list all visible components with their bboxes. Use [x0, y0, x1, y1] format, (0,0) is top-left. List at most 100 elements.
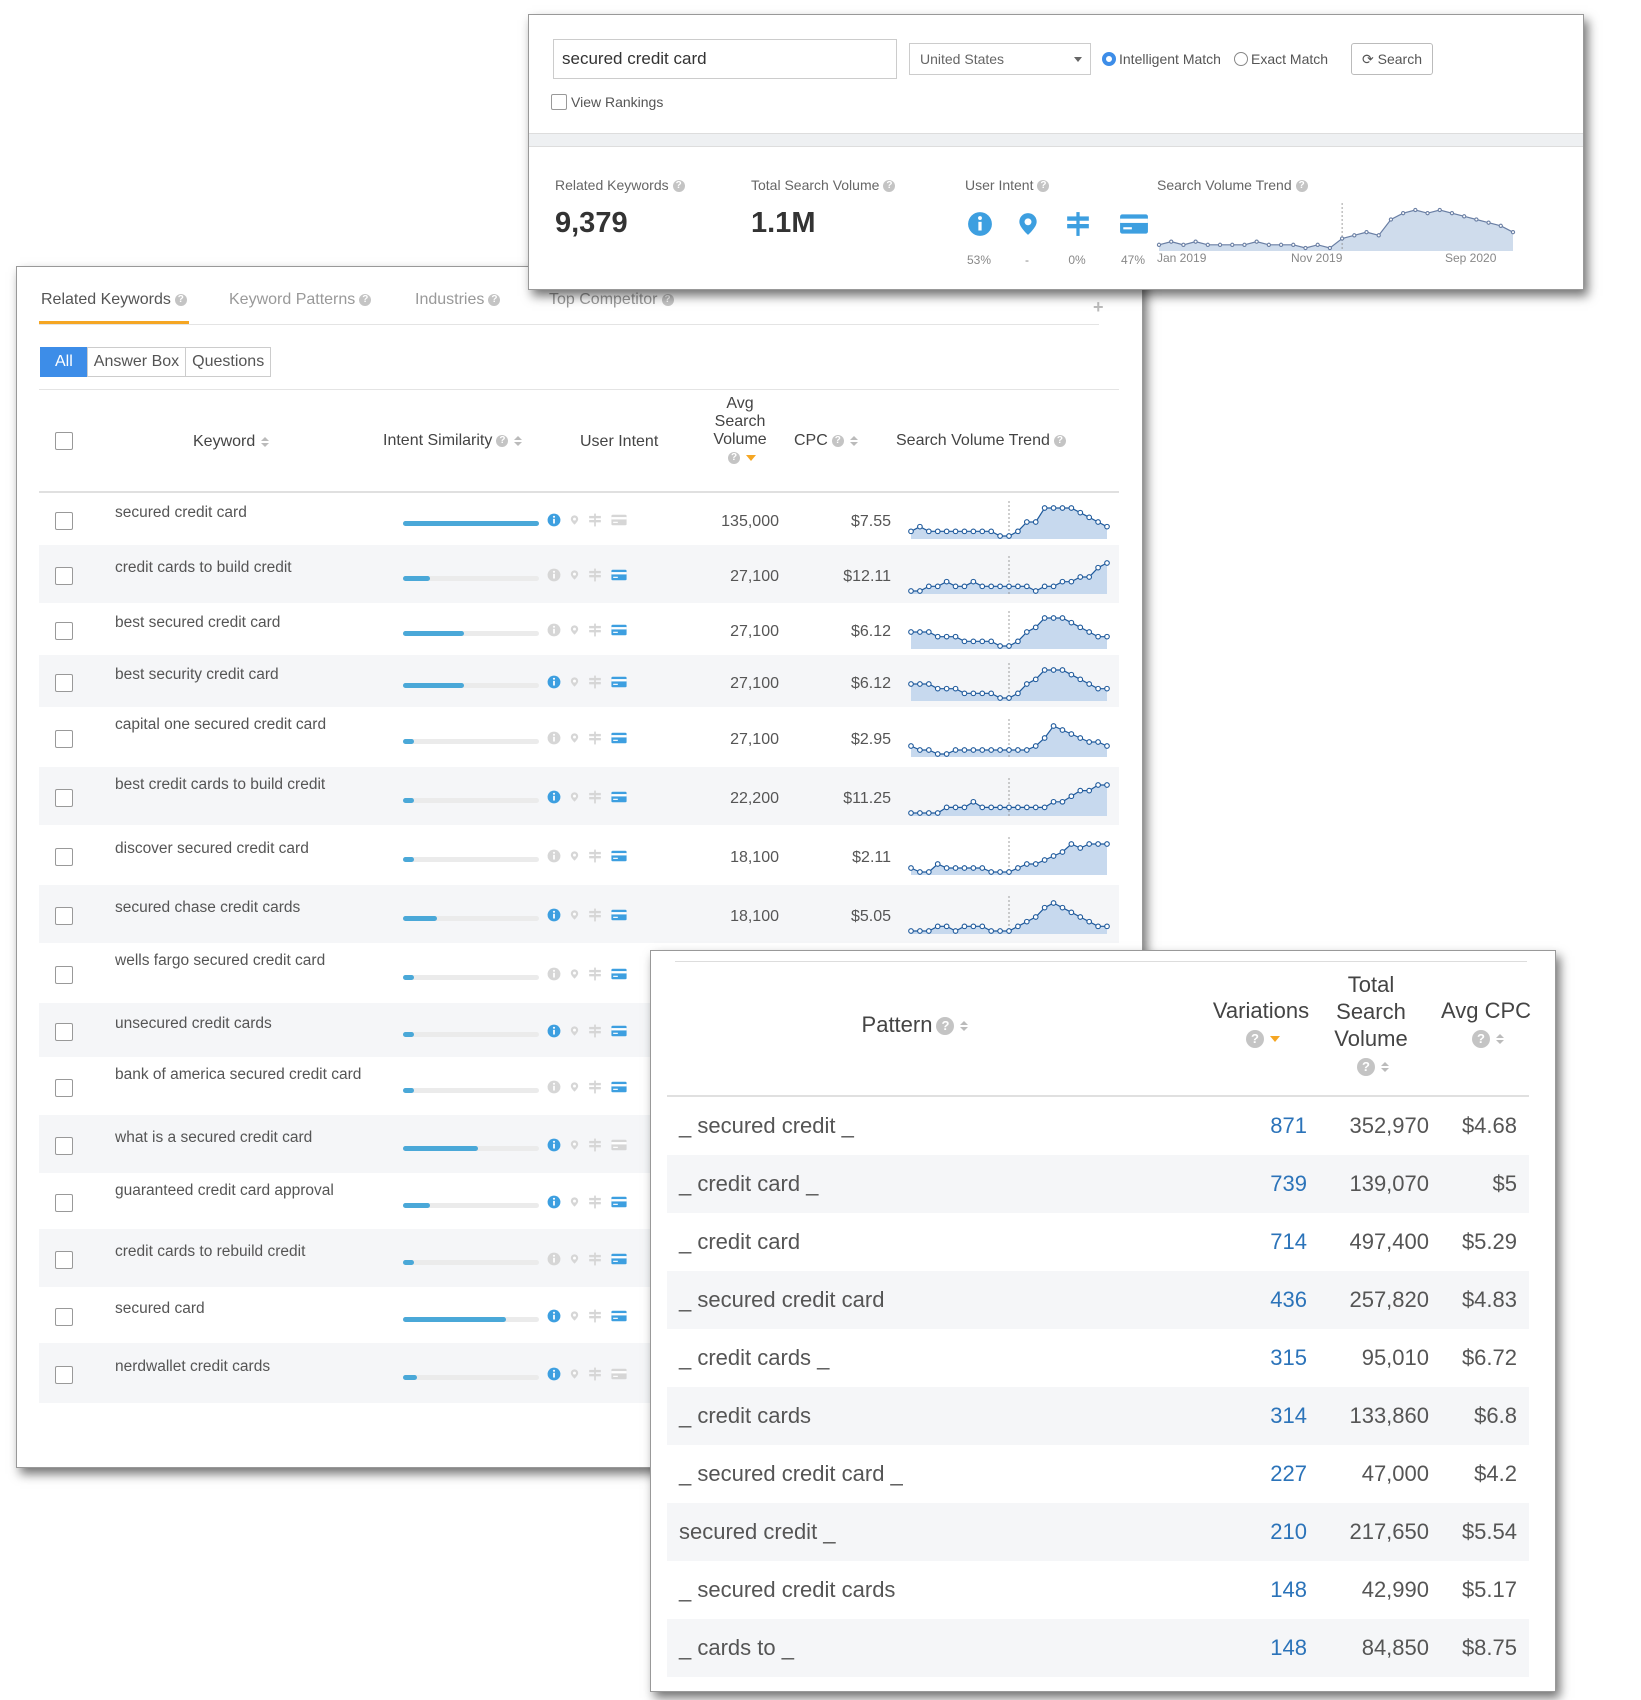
keyword-text[interactable]: secured card — [115, 1299, 365, 1318]
sort-desc-icon[interactable] — [1270, 1036, 1280, 1043]
keyword-text[interactable]: secured credit card — [115, 503, 365, 522]
filter-questions-button[interactable]: Questions — [185, 347, 272, 377]
column-header-total-search-volume[interactable]: Total Search Volume ? — [1311, 971, 1431, 1079]
help-icon[interactable]: ? — [1037, 180, 1050, 193]
keyword-text[interactable]: best secured credit card — [115, 613, 365, 632]
filter-all-button[interactable]: All — [40, 347, 88, 377]
variations-link[interactable]: 739 — [1207, 1171, 1307, 1197]
help-icon[interactable]: ? — [1053, 434, 1066, 447]
keyword-text[interactable]: discover secured credit card — [115, 839, 365, 858]
help-icon[interactable]: ? — [728, 451, 740, 464]
variations-link[interactable]: 315 — [1207, 1345, 1307, 1371]
keyword-text[interactable]: credit cards to rebuild credit — [115, 1242, 365, 1261]
keyword-text[interactable]: unsecured credit cards — [115, 1014, 365, 1033]
checkbox[interactable] — [551, 94, 567, 110]
keyword-text[interactable]: credit cards to build credit — [115, 558, 365, 577]
search-button[interactable]: ⟳ Search — [1351, 43, 1433, 75]
sort-desc-icon[interactable] — [746, 454, 756, 461]
variations-link[interactable]: 314 — [1207, 1403, 1307, 1429]
trend-point — [1095, 739, 1101, 745]
filter-answer-box-button[interactable]: Answer Box — [86, 347, 187, 377]
row-checkbox[interactable] — [55, 1023, 73, 1041]
variations-link[interactable]: 871 — [1207, 1113, 1307, 1139]
row-checkbox[interactable] — [55, 1366, 73, 1384]
row-checkbox[interactable] — [55, 907, 73, 925]
intent-similarity-fill — [403, 1260, 414, 1265]
help-icon[interactable]: ? — [1246, 1030, 1264, 1049]
row-intent-icons — [547, 1252, 636, 1271]
row-checkbox[interactable] — [55, 789, 73, 807]
sort-icon[interactable] — [960, 1021, 969, 1032]
variations-link[interactable]: 210 — [1207, 1519, 1307, 1545]
select-all-checkbox[interactable] — [55, 432, 73, 450]
row-checkbox[interactable] — [55, 1079, 73, 1097]
sort-icon[interactable] — [261, 436, 270, 447]
sort-icon[interactable] — [1496, 1034, 1504, 1045]
row-checkbox[interactable] — [55, 1194, 73, 1212]
tab-top-competitor[interactable]: Top Competitor? — [549, 291, 674, 309]
header-label-line: Volume — [1334, 1026, 1408, 1051]
country-select[interactable]: United States — [909, 43, 1091, 75]
row-checkbox[interactable] — [55, 848, 73, 866]
help-icon[interactable]: ? — [1472, 1030, 1490, 1049]
row-checkbox[interactable] — [55, 1137, 73, 1155]
row-checkbox[interactable] — [55, 1251, 73, 1269]
keyword-text[interactable]: capital one secured credit card — [115, 715, 365, 734]
row-checkbox[interactable] — [55, 674, 73, 692]
keyword-text[interactable]: secured chase credit cards — [115, 898, 365, 917]
column-header-intent-similarity[interactable]: Intent Similarity? — [383, 432, 523, 450]
column-header-cpc[interactable]: CPC? — [794, 432, 858, 450]
help-icon[interactable]: ? — [672, 180, 685, 193]
keyword-text[interactable]: wells fargo secured credit card — [115, 951, 365, 970]
sort-icon[interactable] — [514, 435, 523, 446]
row-checkbox[interactable] — [55, 730, 73, 748]
row-checkbox[interactable] — [55, 966, 73, 984]
help-icon[interactable]: ? — [661, 293, 674, 306]
keyword-text[interactable]: best credit cards to build credit — [115, 775, 365, 794]
variations-link[interactable]: 714 — [1207, 1229, 1307, 1255]
keyword-text[interactable]: bank of america secured credit card — [115, 1065, 365, 1084]
keyword-text[interactable]: best security credit card — [115, 665, 365, 684]
row-checkbox[interactable] — [55, 512, 73, 530]
tab-industries[interactable]: Industries? — [415, 291, 501, 309]
variations-link[interactable]: 148 — [1207, 1635, 1307, 1661]
sort-icon[interactable] — [849, 435, 858, 446]
intelligent-match-radio[interactable]: Intelligent Match — [1102, 51, 1221, 67]
chevron-down-icon — [1074, 57, 1082, 62]
column-header-keyword[interactable]: Keyword — [193, 433, 270, 451]
help-icon[interactable]: ? — [359, 293, 372, 306]
intent-similarity-fill — [403, 576, 431, 581]
exact-match-radio[interactable]: Exact Match — [1234, 51, 1328, 67]
total-search-volume: 217,650 — [1349, 1519, 1429, 1544]
view-rankings-checkbox[interactable]: View Rankings — [551, 94, 663, 110]
help-icon[interactable]: ? — [488, 293, 501, 306]
help-icon[interactable]: ? — [936, 1017, 955, 1036]
variations-link[interactable]: 227 — [1207, 1461, 1307, 1487]
plus-icon[interactable]: + — [1093, 297, 1104, 318]
help-icon[interactable]: ? — [174, 293, 187, 306]
row-checkbox[interactable] — [55, 567, 73, 585]
sort-icon[interactable] — [1381, 1062, 1389, 1073]
variations-link[interactable]: 148 — [1207, 1577, 1307, 1603]
row-checkbox[interactable] — [55, 622, 73, 640]
tab-keyword-patterns[interactable]: Keyword Patterns? — [229, 291, 372, 309]
tab-related-keywords[interactable]: Related Keywords? — [41, 291, 187, 309]
keyword-search-input[interactable] — [553, 39, 897, 79]
keyword-text[interactable]: what is a secured credit card — [115, 1128, 365, 1147]
column-header-pattern[interactable]: Pattern? — [835, 1011, 995, 1038]
column-header-avg-search-volume[interactable]: Avg Search Volume ? — [705, 395, 775, 467]
help-icon[interactable]: ? — [496, 434, 509, 447]
help-icon[interactable]: ? — [883, 180, 896, 193]
trend-point — [1068, 909, 1075, 916]
help-icon[interactable]: ? — [1295, 180, 1308, 193]
info-icon — [547, 568, 561, 587]
variations-link[interactable]: 436 — [1207, 1287, 1307, 1313]
row-checkbox[interactable] — [55, 1308, 73, 1326]
keyword-text[interactable]: nerdwallet credit cards — [115, 1357, 365, 1376]
tab-label: Industries — [415, 291, 485, 308]
help-icon[interactable]: ? — [1357, 1058, 1375, 1077]
column-header-avg-cpc[interactable]: Avg CPC ? — [1431, 997, 1541, 1051]
location-pin-icon — [569, 1024, 580, 1043]
help-icon[interactable]: ? — [831, 434, 844, 447]
keyword-text[interactable]: guaranteed credit card approval — [115, 1181, 365, 1200]
